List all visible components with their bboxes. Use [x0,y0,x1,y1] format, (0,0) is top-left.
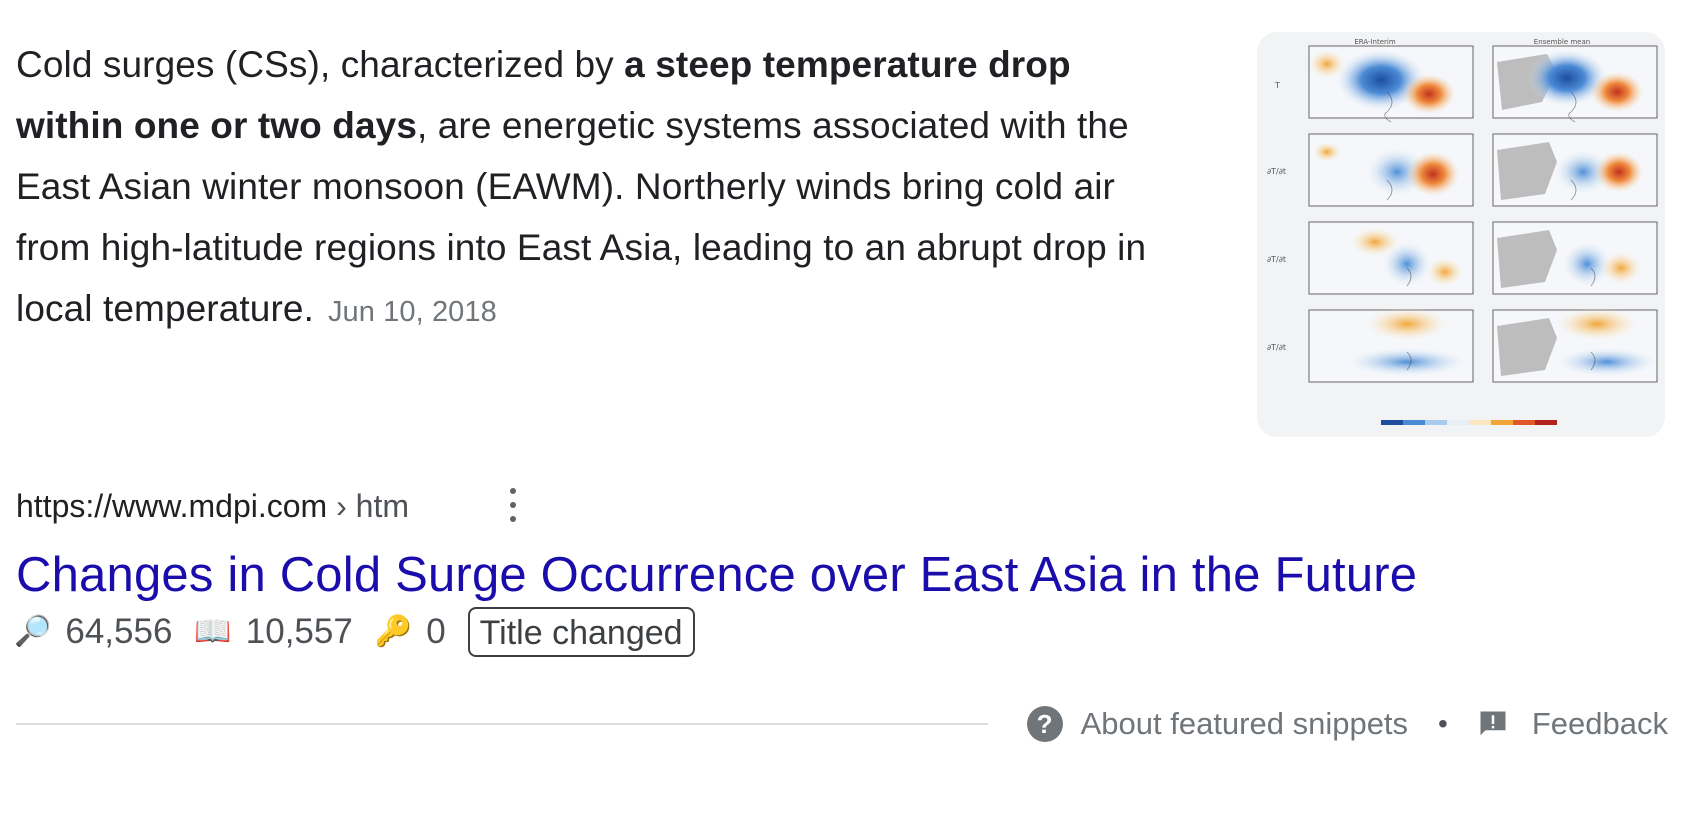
reads-count: 10,557 [245,612,353,651]
divider [16,723,988,725]
svg-text:∂T/∂t: ∂T/∂t [1267,343,1286,352]
kebab-dot [510,516,516,522]
featured-snippet-text: Cold surges (CSs), characterized by a st… [16,34,1186,343]
snippet-date: Jun 10, 2018 [327,296,497,328]
thumbnail-figure: ERA-Interim Ensemble mean T ∂T/∂t ∂T/∂t … [1267,38,1658,425]
kebab-dot [510,488,516,494]
result-title-link[interactable]: Changes in Cold Surge Occurrence over Ea… [16,546,1417,604]
help-icon[interactable]: ? [1026,706,1063,742]
kebab-dot [510,502,516,508]
breadcrumb-separator: › [336,488,347,524]
thumb-header-right: Ensemble mean [1534,38,1590,46]
snippet-text-start: Cold surges (CSs), characterized by [16,44,625,85]
views-count: 64,556 [65,612,173,651]
result-path: htm [355,488,409,524]
open-book-icon: 📖 [194,615,232,648]
magnifier-icon: 🔎 [14,615,52,648]
title-changed-badge[interactable]: Title changed [467,607,695,657]
snippet-footer: ? About featured snippets • Feedback [1026,703,1668,745]
result-url[interactable]: https://www.mdpi.com [16,488,327,524]
result-stats: 🔎 64,556 📖 10,557 🔑 0 Title changed [14,607,695,657]
snippet-thumbnail[interactable]: ERA-Interim Ensemble mean T ∂T/∂t ∂T/∂t … [1257,32,1665,437]
thumb-header-left: ERA-Interim [1354,38,1396,46]
feedback-link[interactable]: Feedback [1532,706,1668,742]
keys-count: 0 [426,612,446,651]
svg-text:∂T/∂t: ∂T/∂t [1267,167,1286,176]
footer-separator: • [1438,708,1448,739]
about-featured-snippets-link[interactable]: About featured snippets [1081,706,1408,742]
more-options-icon[interactable] [496,484,530,528]
svg-text:∂T/∂t: ∂T/∂t [1267,255,1286,264]
result-citation[interactable]: https://www.mdpi.com › htm [16,486,409,526]
svg-text:T: T [1274,81,1280,90]
key-icon: 🔑 [374,615,413,648]
feedback-icon[interactable] [1478,709,1508,739]
